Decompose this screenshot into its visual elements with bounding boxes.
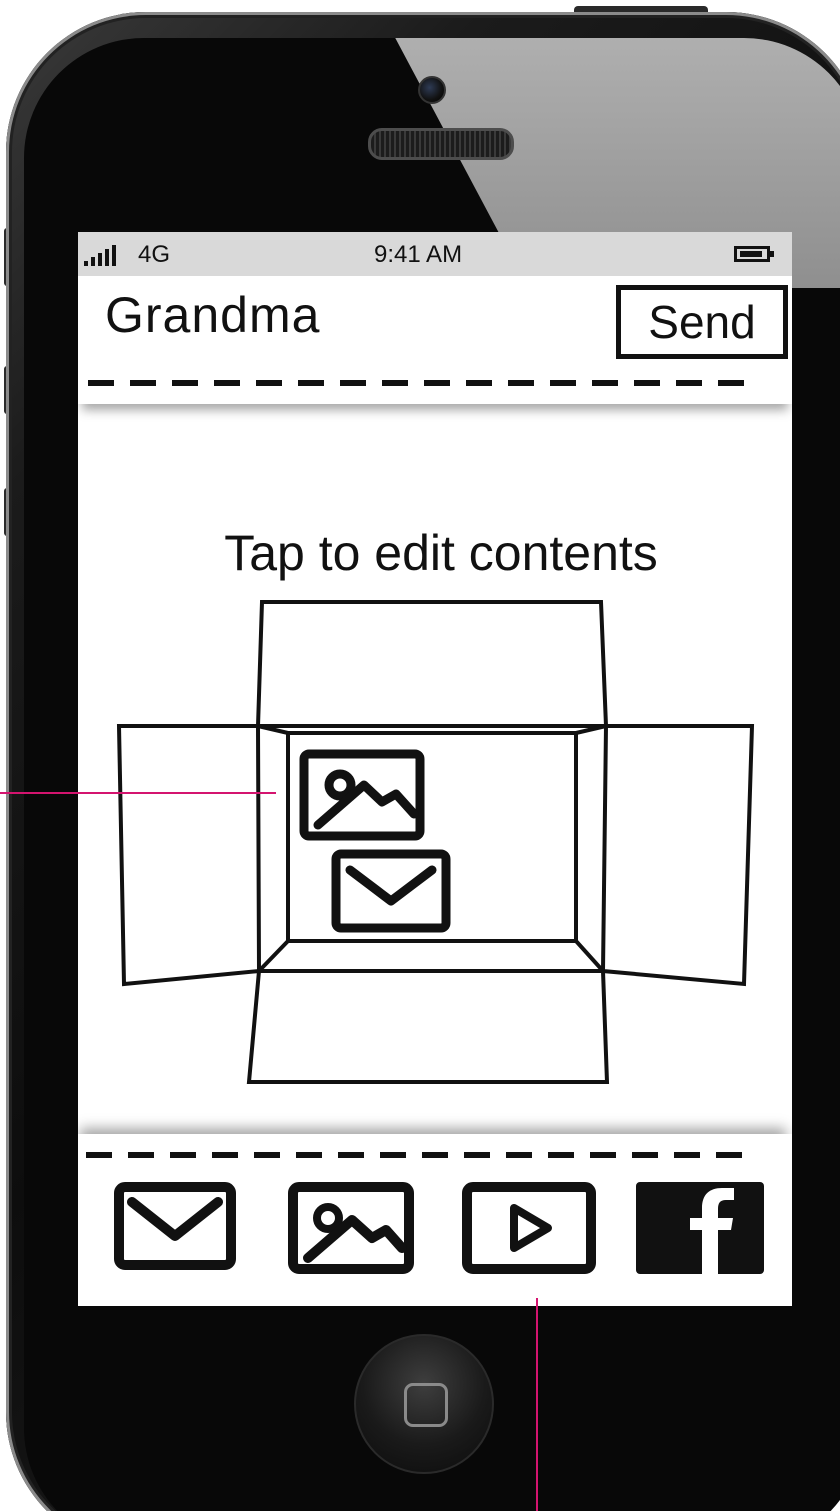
home-square-icon	[404, 1383, 448, 1427]
facebook-icon[interactable]	[636, 1182, 764, 1274]
earpiece-speaker	[368, 128, 514, 160]
box-right-flap	[600, 724, 755, 987]
mail-icon[interactable]	[114, 1182, 236, 1270]
toolbar-divider	[86, 1152, 756, 1158]
header-divider	[88, 380, 752, 386]
annotation-line-toolbar	[536, 1298, 538, 1511]
network-type: 4G	[138, 241, 171, 268]
image-icon	[299, 749, 425, 841]
box-top-flap	[255, 600, 609, 728]
send-button[interactable]: Send	[616, 285, 788, 359]
annotation-line-contents	[0, 792, 276, 794]
home-button[interactable]	[354, 1334, 494, 1474]
contact-name: Grandma	[105, 287, 321, 343]
screen: 4G 9:41 AM Grandma Send Tap to edit cont…	[78, 232, 792, 1306]
attachment-toolbar	[78, 1134, 792, 1306]
video-icon[interactable]	[462, 1182, 596, 1274]
message-header: Grandma Send	[78, 276, 792, 404]
front-camera	[418, 76, 446, 104]
box-left-flap	[116, 724, 262, 987]
envelope-icon	[331, 849, 451, 933]
status-time: 9:41 AM	[374, 241, 463, 268]
phone-mockup: 4G 9:41 AM Grandma Send Tap to edit cont…	[0, 0, 840, 1511]
status-bar: 4G 9:41 AM	[78, 232, 792, 276]
battery-icon	[734, 246, 774, 262]
box-bottom-flap	[246, 969, 610, 1084]
package-content-area[interactable]: Tap to edit contents	[78, 404, 792, 1134]
signal-icon	[84, 244, 116, 266]
open-box-illustration[interactable]	[78, 404, 792, 1134]
photo-icon[interactable]	[288, 1182, 414, 1274]
